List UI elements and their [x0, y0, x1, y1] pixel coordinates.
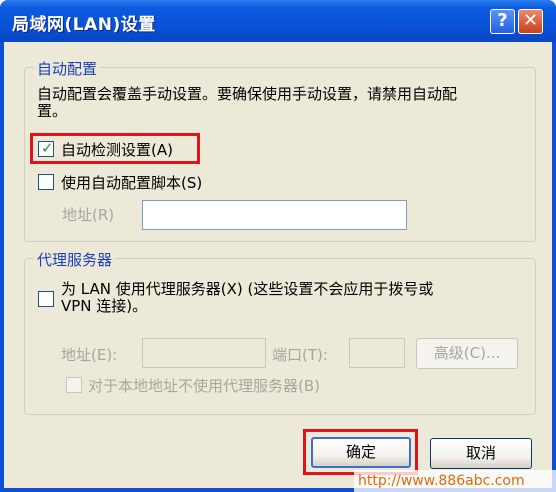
dialog-body: 自动配置 自动配置会覆盖手动设置。要确保使用手动设置，请禁用自动配 置。 ✓ 自…: [4, 42, 552, 488]
close-icon: ✕: [522, 10, 539, 31]
auto-detect-checkbox[interactable]: ✓: [38, 139, 54, 157]
script-address-label: 地址(R): [62, 206, 115, 224]
checkmark-icon: ✓: [41, 139, 54, 157]
help-icon: ?: [497, 10, 508, 31]
proxy-title: 代理服务器: [34, 249, 116, 270]
proxy-address-input[interactable]: [142, 338, 266, 368]
ok-button[interactable]: 确定: [311, 437, 411, 468]
use-proxy-checkbox[interactable]: [38, 291, 54, 307]
bypass-local-checkbox[interactable]: [66, 377, 82, 393]
use-script-checkbox[interactable]: [38, 174, 54, 190]
lan-settings-dialog: 局域网(LAN)设置 ? ✕ 自动配置 自动配置会覆盖手动设置。要确保使用手动设…: [0, 0, 556, 492]
close-button[interactable]: ✕: [518, 9, 543, 34]
proxy-address-label: 地址(E):: [61, 346, 118, 364]
auto-detect-label[interactable]: 自动检测设置(A): [61, 139, 173, 160]
cancel-button[interactable]: 取消: [430, 438, 532, 469]
help-button[interactable]: ?: [490, 9, 515, 34]
auto-config-title: 自动配置: [34, 58, 101, 79]
bypass-local-label[interactable]: 对于本地地址不使用代理服务器(B): [88, 375, 320, 396]
proxy-port-label: 端口(T):: [272, 346, 328, 364]
title-bar[interactable]: 局域网(LAN)设置 ? ✕: [0, 0, 556, 42]
advanced-button[interactable]: 高级(C)...: [416, 338, 518, 369]
use-script-label[interactable]: 使用自动配置脚本(S): [61, 172, 202, 193]
script-address-input[interactable]: [142, 200, 407, 230]
proxy-port-input[interactable]: [349, 338, 405, 368]
window-title: 局域网(LAN)设置: [12, 15, 156, 35]
watermark-text: http://www.886abc.com: [354, 470, 556, 492]
auto-config-description: 自动配置会覆盖手动设置。要确保使用手动设置，请禁用自动配 置。: [37, 85, 458, 120]
use-proxy-label[interactable]: 为 LAN 使用代理服务器(X) (这些设置不会应用于拨号或 VPN 连接)。: [61, 281, 531, 315]
